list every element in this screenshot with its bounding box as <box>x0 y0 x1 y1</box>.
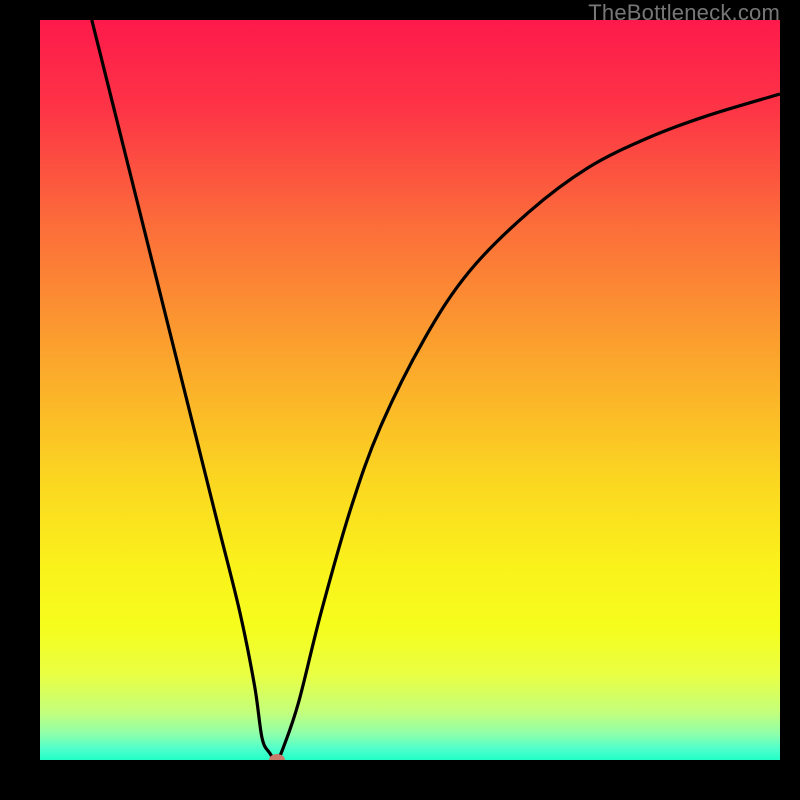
optimum-marker <box>269 754 285 760</box>
curve-layer <box>40 20 780 760</box>
chart-canvas: TheBottleneck.com <box>0 0 800 800</box>
bottleneck-curve <box>92 20 780 760</box>
plot-area <box>40 20 780 760</box>
